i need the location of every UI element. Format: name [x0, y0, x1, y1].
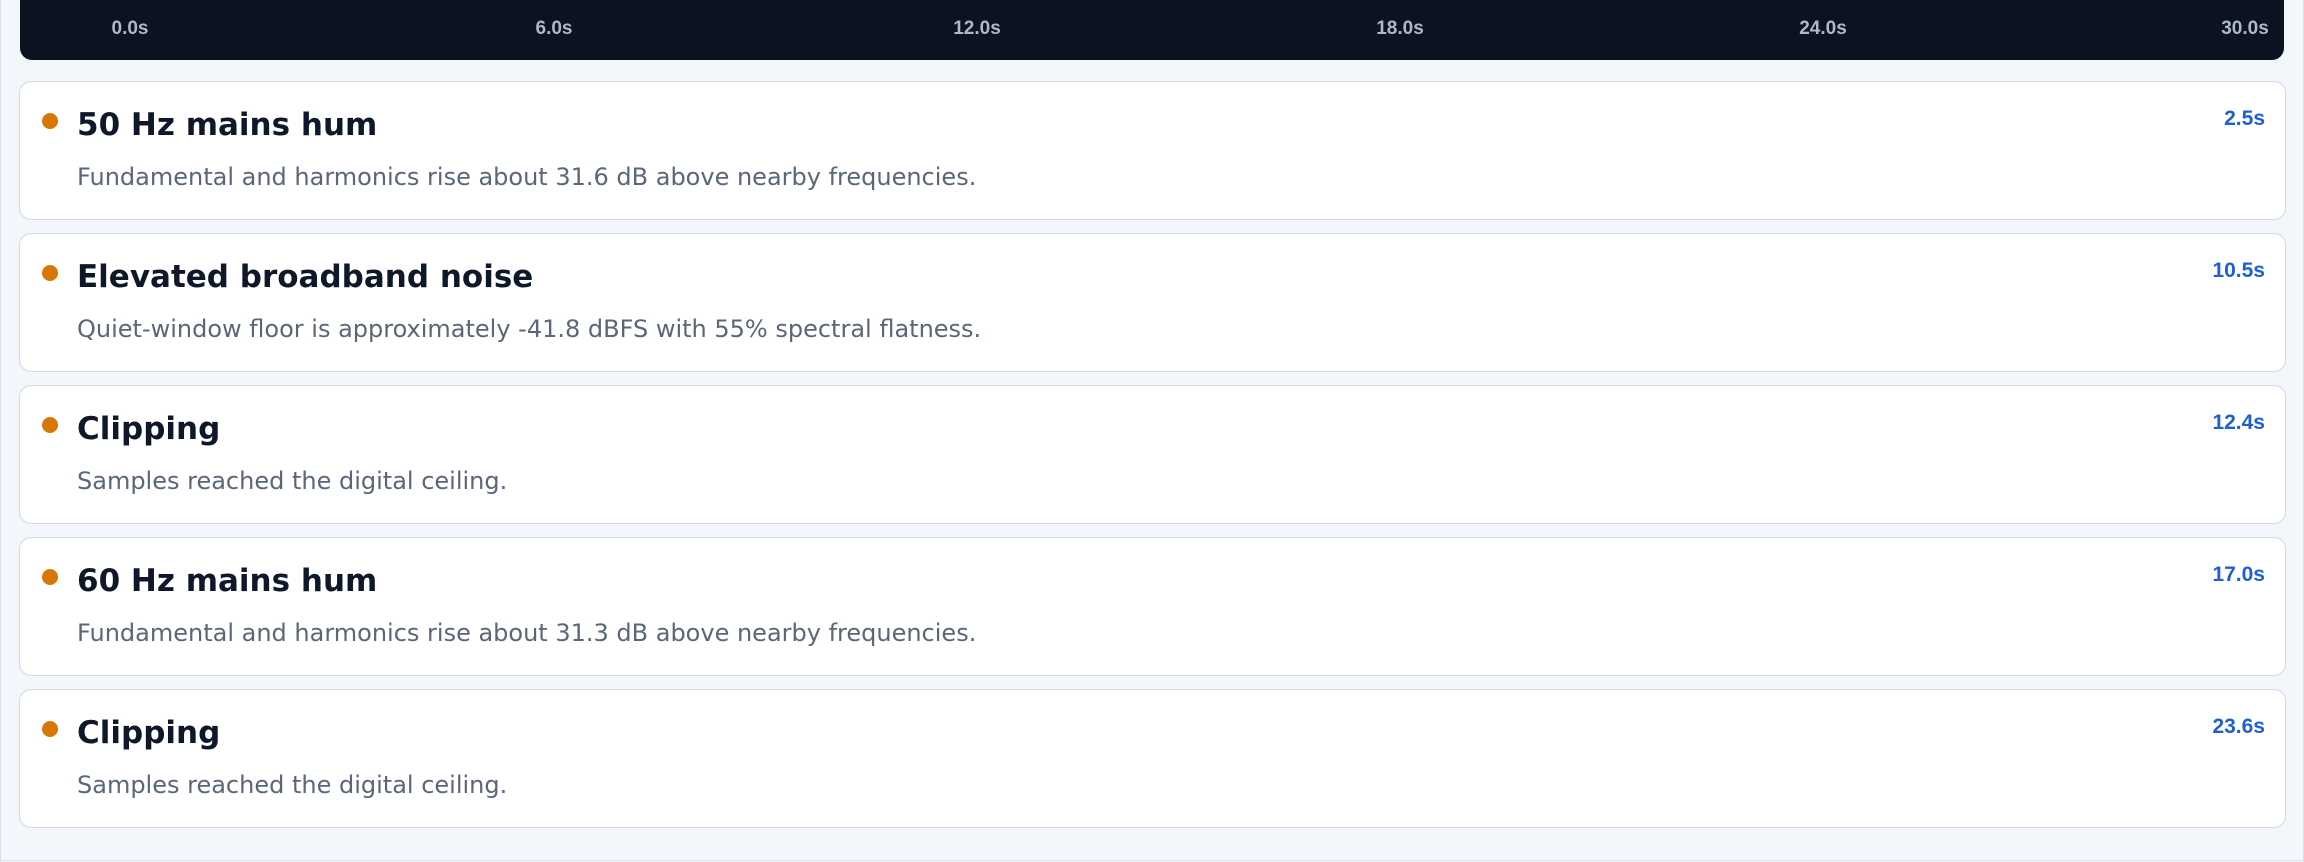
- event-title: Elevated broadband noise: [77, 259, 534, 295]
- event-card[interactable]: Clipping Samples reached the digital cei…: [19, 385, 2286, 524]
- event-time-link[interactable]: 10.5s: [2212, 258, 2265, 284]
- event-title: Clipping: [77, 715, 221, 751]
- event-description: Quiet-window floor is approximately -41.…: [77, 315, 982, 343]
- timeline-tick: 6.0s: [535, 18, 573, 39]
- event-description: Samples reached the digital ceiling.: [77, 467, 508, 495]
- dot-icon: [42, 417, 58, 433]
- event-time-link[interactable]: 2.5s: [2224, 106, 2265, 132]
- event-time-link[interactable]: 17.0s: [2212, 562, 2265, 588]
- dot-icon: [42, 569, 58, 585]
- event-card[interactable]: Elevated broadband noise Quiet-window fl…: [19, 233, 2286, 372]
- event-title: 50 Hz mains hum: [77, 107, 378, 143]
- event-description: Fundamental and harmonics rise about 31.…: [77, 619, 977, 647]
- event-time-link[interactable]: 23.6s: [2212, 714, 2265, 740]
- timeline-tick: 18.0s: [1376, 18, 1424, 39]
- event-list: 50 Hz mains hum Fundamental and harmonic…: [19, 81, 2286, 841]
- event-title: Clipping: [77, 411, 221, 447]
- timeline-tick: 0.0s: [111, 18, 149, 39]
- event-time-link[interactable]: 12.4s: [2212, 410, 2265, 436]
- event-description: Fundamental and harmonics rise about 31.…: [77, 163, 977, 191]
- event-card[interactable]: 50 Hz mains hum Fundamental and harmonic…: [19, 81, 2286, 220]
- dot-icon: [42, 265, 58, 281]
- event-card[interactable]: 60 Hz mains hum Fundamental and harmonic…: [19, 537, 2286, 676]
- timeline-tick: 30.0s: [2221, 18, 2269, 39]
- event-title: 60 Hz mains hum: [77, 563, 378, 599]
- timeline-ruler[interactable]: 0.0s 6.0s 12.0s 18.0s 24.0s 30.0s: [20, 0, 2284, 60]
- timeline-tick: 24.0s: [1799, 18, 1847, 39]
- analysis-panel: 0.0s 6.0s 12.0s 18.0s 24.0s 30.0s 50 Hz …: [0, 0, 2304, 861]
- timeline-tick: 12.0s: [953, 18, 1001, 39]
- event-card[interactable]: Clipping Samples reached the digital cei…: [19, 689, 2286, 828]
- dot-icon: [42, 113, 58, 129]
- dot-icon: [42, 721, 58, 737]
- event-description: Samples reached the digital ceiling.: [77, 771, 508, 799]
